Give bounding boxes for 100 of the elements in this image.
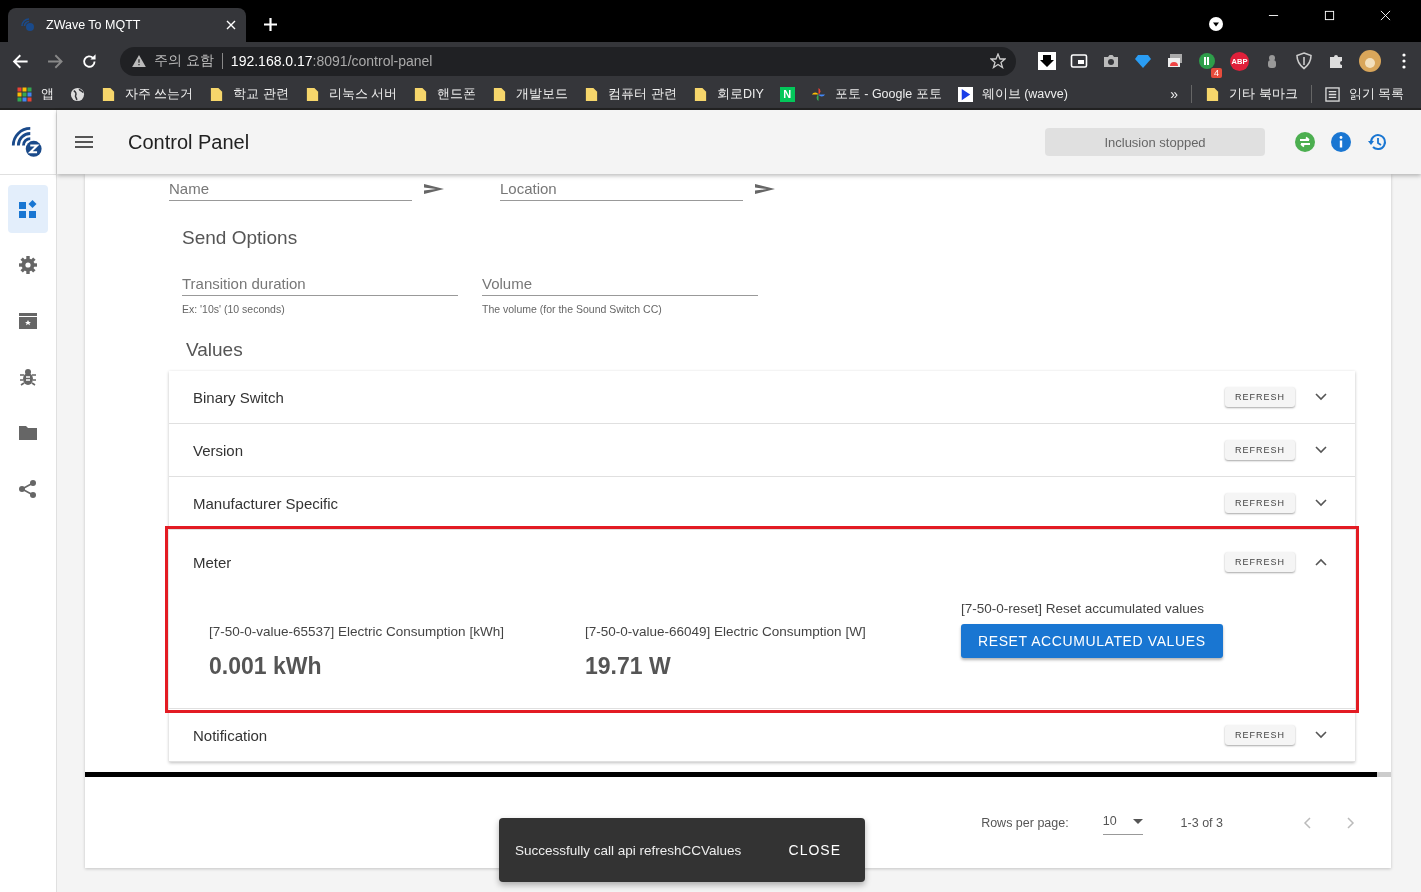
text-field[interactable]: Volume [482,271,758,296]
send-icon[interactable] [755,183,775,195]
snackbar-message: Successfully call api refreshCCValues [515,842,743,858]
page-range: 1-3 of 3 [1180,815,1223,830]
cards-icon[interactable] [1166,52,1184,70]
back-arrow-icon[interactable] [12,52,29,70]
naver-logo: N [779,86,795,102]
bookmark-item[interactable]: 리눅스 서버 [297,83,405,105]
reload-icon[interactable] [81,52,98,70]
shield-icon[interactable] [1295,52,1313,70]
chevron-down-icon[interactable] [1315,499,1327,507]
share-icon [18,479,38,499]
panel-title[interactable]: Manufacturer Specific [193,494,339,512]
wave-logo-icon [20,17,36,33]
settings-icon [18,255,38,275]
bookmark-item[interactable]: 앱 [10,83,61,105]
sidebar-item[interactable] [8,185,48,233]
picture-in-picture-icon[interactable] [1070,52,1088,70]
bookmark-item[interactable]: 포토 - Google 포토 [803,83,949,105]
chevron-down-icon[interactable] [1315,393,1327,401]
warning-icon [131,55,146,67]
close-button[interactable]: CLOSE [780,836,849,864]
field-hint: Ex: '10s' (10 seconds) [182,303,286,315]
notification-badge: 4 [1211,68,1222,78]
refresh-button[interactable]: REFRESH [1225,552,1295,572]
gem-icon[interactable] [1134,52,1152,70]
reset-button[interactable]: RESET ACCUMULATED VALUES [961,624,1223,658]
send-icon[interactable] [424,183,444,195]
rows-per-page-label: Rows per page: [981,815,1069,830]
refresh-button[interactable]: REFRESH [1225,387,1295,407]
bookmark-item[interactable]: 개발보드 [485,83,576,105]
download-icon[interactable] [1038,52,1056,70]
bookmark-item[interactable]: 기타 북마크 [1198,83,1305,105]
reading-list[interactable]: 읽기 목록 [1317,83,1411,105]
zwave-logo [11,125,45,159]
more-bookmarks[interactable]: » [1163,84,1186,104]
bookmark-item[interactable]: 핸드폰 [406,83,484,105]
folder-icon [304,86,320,102]
panel-title[interactable]: Binary Switch [193,388,284,406]
page-title: Control Panel [128,130,250,154]
refresh-button[interactable]: REFRESH [1225,493,1295,513]
folder-icon [1205,86,1221,102]
panel-title[interactable]: Meter [193,553,232,571]
security-warning: 주의 요함 [153,52,214,70]
bookmark-item[interactable]: 웨이브 (wavve) [950,83,1075,105]
value-reading: 0.001 kWh [209,653,323,680]
maximize-icon[interactable] [1324,10,1335,21]
chevron-down-icon[interactable] [1315,731,1327,739]
folder-icon [209,86,225,102]
bookmark-item[interactable]: 자주 쓰는거 [94,83,201,105]
globe-icon [70,86,85,102]
forward-arrow-icon[interactable] [46,52,64,70]
tab-title: ZWave To MQTT [46,18,142,32]
chevron-up-icon[interactable] [1315,558,1327,566]
value-label: [7-50-0-value-66049] Electric Consumption [W] [585,623,867,641]
plus-icon[interactable] [264,18,277,31]
folder-icon [101,86,116,102]
close-icon[interactable] [1380,10,1391,21]
history-icon[interactable] [1367,132,1387,152]
swap-arrows-icon[interactable] [1295,132,1315,152]
info-icon[interactable] [1331,132,1351,152]
dropdown-icon [1132,818,1143,824]
panel-title[interactable]: Notification [193,726,268,744]
close-icon[interactable] [226,20,236,30]
extension-icon[interactable] [1198,52,1216,70]
play-logo-icon [957,86,973,102]
avatar-icon[interactable] [1359,50,1381,72]
section-title: Values [186,339,244,361]
refresh-button[interactable]: REFRESH [1225,725,1295,745]
refresh-button[interactable]: REFRESH [1225,440,1295,460]
bookmark-item[interactable]: 컴퓨터 관련 [577,83,684,105]
address-bar[interactable]: 주의 요함 192.168.0.17:8091/control-panel [119,46,1016,76]
folder-icon [413,86,429,102]
scrollbar[interactable] [85,772,1391,777]
folder-icon [692,86,708,102]
folder-icon [584,86,600,102]
list-icon [1324,86,1340,102]
value-reading: 19.71 W [585,653,672,680]
dropdown-icon[interactable] [1209,17,1223,31]
value-label: [7-50-0-reset] Reset accumulated values [961,600,1206,618]
value-label: [7-50-0-value-65537] Electric Consumption [kWh] [209,623,505,641]
url-text: 192.168.0.17:8091/control-panel [230,53,433,69]
menu-icon[interactable] [75,136,93,148]
folder-icon [492,86,508,102]
star-icon[interactable] [990,53,1006,69]
puzzle-icon[interactable] [1327,52,1345,70]
chevron-down-icon[interactable] [1315,446,1327,454]
rows-per-page-select[interactable]: 10 [1102,810,1143,835]
bookmark-item[interactable]: 학교 관련 [202,83,296,105]
text-field[interactable]: Name [169,176,412,201]
clapperboard-icon [18,311,38,331]
folder-icon [18,423,38,443]
pinwheel-icon [810,86,826,102]
section-title: Send Options [182,227,299,249]
bookmark-item[interactable]: 회로DIY [685,83,771,105]
browser-tab[interactable]: ZWave To MQTT [8,8,246,42]
text-field[interactable]: Location [500,176,743,201]
text-field[interactable]: Transition duration [182,271,458,296]
panel-title[interactable]: Version [193,441,244,459]
camera-icon[interactable] [1102,52,1120,70]
